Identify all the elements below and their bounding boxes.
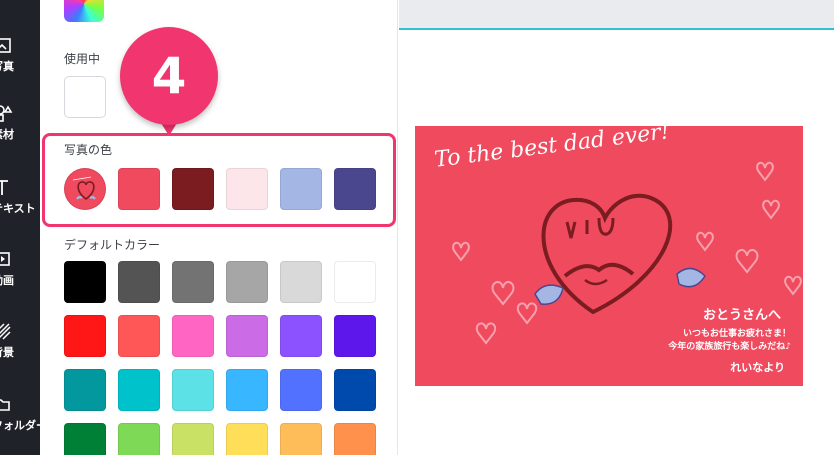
photo-color-swatch[interactable] [280, 168, 322, 210]
default-color-swatch[interactable] [334, 261, 376, 303]
default-color-swatch[interactable] [226, 261, 268, 303]
design-canvas-area: To the best dad ever! おとうさんへ いつもお仕事お疲れさま… [399, 0, 834, 455]
default-color-swatch[interactable] [172, 423, 214, 455]
photo-color-swatch[interactable] [118, 168, 160, 210]
card-signature: れいなより [730, 361, 785, 374]
used-colors-title: 使用中 [64, 52, 101, 66]
rail-item-background[interactable]: 背景 [0, 322, 40, 382]
folder-icon [0, 399, 10, 411]
side-rail: 写真 素材 テキスト 動画 背景 フォルダー [0, 0, 47, 455]
photo-color-swatch[interactable] [226, 168, 268, 210]
photo-thumbnail-swatch[interactable] [64, 168, 106, 210]
rail-label: 素材 [0, 128, 14, 141]
shapes-icon [0, 105, 13, 122]
default-color-swatch[interactable] [118, 315, 160, 357]
rail-item-text[interactable]: テキスト [0, 178, 40, 238]
default-color-swatch[interactable] [172, 315, 214, 357]
step-number-callout: 4 [120, 27, 218, 125]
rail-item-elements[interactable]: 素材 [0, 104, 40, 164]
text-icon [0, 180, 8, 195]
color-panel: 使用中 写真の色 デフォルトカラー 4 [40, 0, 398, 455]
heart-dad-thumbnail [65, 169, 105, 209]
default-color-swatch[interactable] [280, 423, 322, 455]
card-greeting: おとうさんへ [702, 308, 781, 323]
editor-window: 写真 素材 テキスト 動画 背景 フォルダー 使用中 写真の色 [0, 0, 834, 455]
photo-color-swatch[interactable] [172, 168, 214, 210]
rail-item-photos[interactable]: 写真 [0, 36, 40, 96]
rail-label: 写真 [0, 60, 14, 73]
default-color-swatch[interactable] [172, 369, 214, 411]
default-color-swatch[interactable] [118, 369, 160, 411]
default-color-swatch[interactable] [280, 261, 322, 303]
rail-item-folder[interactable]: フォルダー [0, 395, 47, 455]
default-color-swatch[interactable] [118, 423, 160, 455]
add-color-button[interactable] [64, 76, 106, 118]
default-color-swatch[interactable] [118, 261, 160, 303]
video-icon [0, 252, 10, 266]
default-color-swatch[interactable] [64, 315, 106, 357]
photo-color-swatch[interactable] [334, 168, 376, 210]
default-color-swatch[interactable] [280, 369, 322, 411]
default-color-swatch[interactable] [334, 369, 376, 411]
default-colors-title: デフォルトカラー [64, 238, 161, 252]
default-color-swatch[interactable] [64, 423, 106, 455]
default-color-swatch[interactable] [334, 423, 376, 455]
fathers-day-card[interactable]: To the best dad ever! おとうさんへ いつもお仕事お疲れさま… [415, 126, 803, 386]
image-icon [0, 38, 11, 53]
default-color-swatch[interactable] [64, 261, 106, 303]
pattern-icon [0, 323, 11, 340]
custom-color-picker[interactable] [64, 0, 104, 22]
step-number: 4 [151, 47, 187, 105]
canvas-toolbar [399, 0, 834, 30]
default-color-swatch[interactable] [226, 315, 268, 357]
default-color-swatch[interactable] [64, 369, 106, 411]
rail-label: テキスト [0, 202, 36, 215]
photo-colors-title: 写真の色 [64, 143, 113, 157]
rail-item-video[interactable]: 動画 [0, 250, 40, 310]
default-color-swatch[interactable] [280, 315, 322, 357]
rail-label: 背景 [0, 346, 14, 359]
rail-label: 動画 [0, 274, 14, 287]
default-color-swatch[interactable] [172, 261, 214, 303]
default-color-swatch[interactable] [226, 423, 268, 455]
default-color-swatch[interactable] [334, 315, 376, 357]
card-message-line: 今年の家族旅行も楽しみだね♪ [668, 342, 791, 352]
default-color-swatch[interactable] [226, 369, 268, 411]
card-message-line: いつもお仕事お疲れさま！ [682, 329, 791, 339]
